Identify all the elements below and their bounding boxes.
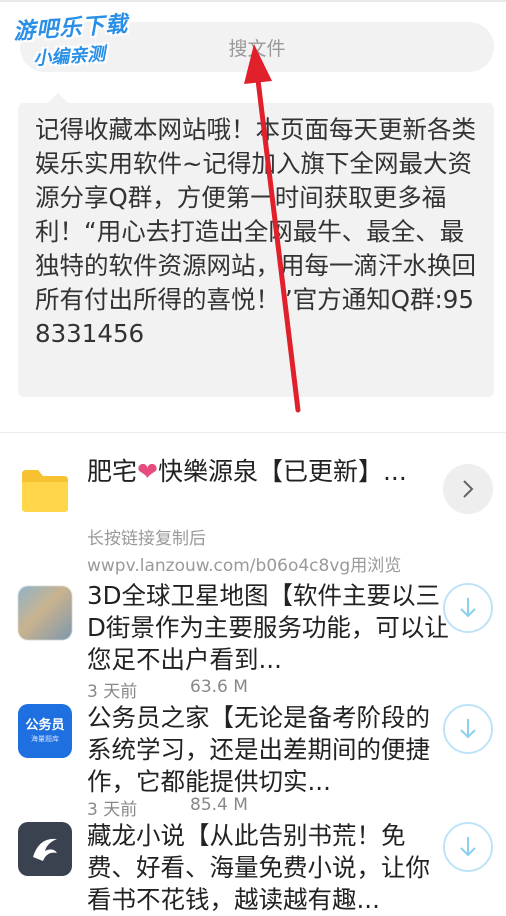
file-time: 3 天前: [87, 682, 138, 702]
folder-open-button[interactable]: [443, 464, 493, 514]
search-placeholder: 搜文件: [228, 37, 286, 60]
download-button[interactable]: [443, 822, 493, 872]
notice-bubble: 记得收藏本网站哦！本页面每天更新各类娱乐实用软件~记得加入旗下全网最大资源分享Q…: [18, 93, 494, 397]
chevron-right-icon: [463, 480, 474, 498]
watermark: 游吧乐下载 小编亲测: [12, 6, 131, 72]
copy-hint: 长按链接复制后: [87, 529, 206, 549]
file-title: 3D全球卫星地图【软件主要以三D街景作为主要服务功能，可以让您足不出户看到...: [87, 581, 449, 674]
folder-title: 肥宅❤快樂源泉【已更新】...: [87, 457, 407, 486]
file-title: 公务员之家【无论是备考阶段的系统学习，还是出差期间的便捷作，它都能提供切实...: [87, 703, 430, 796]
divider: [0, 432, 506, 433]
file-title: 藏龙小说【从此告别书荒！免费、好看、海量免费小说，让你看书不花钱，越读越有趣..…: [87, 821, 430, 914]
download-arrow-icon: [460, 598, 476, 618]
download-arrow-icon: [460, 719, 476, 739]
notice-text: 记得收藏本网站哦！本页面每天更新各类娱乐实用软件~记得加入旗下全网最大资源分享Q…: [35, 115, 476, 348]
map-thumbnail-icon: [18, 586, 72, 640]
download-button[interactable]: [443, 583, 493, 633]
heart-icon: ❤: [137, 457, 158, 486]
folder-url[interactable]: wwpv.lanzouw.com/b06o4c8vg用浏览: [87, 551, 401, 576]
file-time: 3 天前: [87, 800, 138, 820]
file-size: 85.4 M: [190, 795, 248, 815]
novel-app-icon: [18, 822, 72, 876]
folder-icon: [22, 470, 68, 512]
top-divider: [0, 0, 506, 2]
download-button[interactable]: [443, 704, 493, 754]
file-size: 63.6 M: [190, 677, 248, 697]
notice-pointer: [48, 93, 68, 103]
download-arrow-icon: [460, 837, 476, 857]
civil-servant-app-icon: 公务员 海量题库: [18, 704, 72, 758]
